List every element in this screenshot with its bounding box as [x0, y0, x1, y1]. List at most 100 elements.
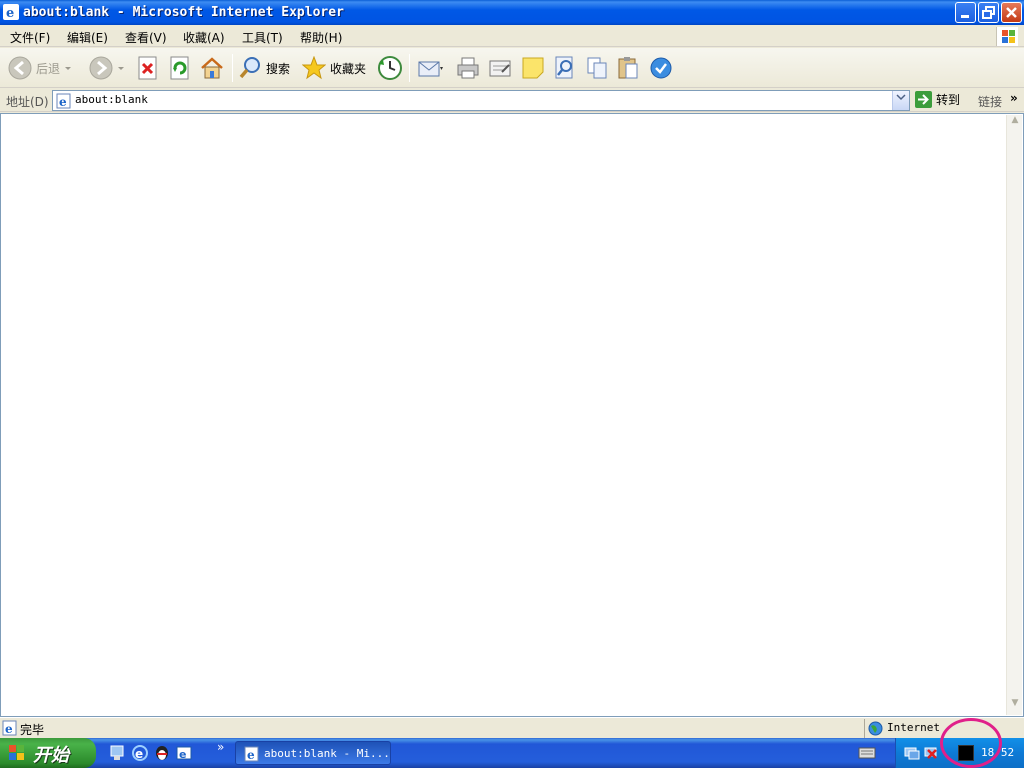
show-desktop-icon[interactable] [108, 744, 126, 762]
windows-flag-icon [996, 27, 1018, 46]
start-label: 开始 [33, 745, 69, 766]
menu-view[interactable]: 查看(V) [125, 29, 167, 46]
copy-button[interactable] [585, 55, 609, 81]
taskbar-item-ie[interactable]: e about:blank - Mi... [235, 741, 391, 765]
back-dropdown-icon[interactable] [64, 64, 72, 72]
home-icon [201, 57, 223, 79]
status-bar: e 完毕 Internet [0, 717, 1024, 738]
ie-task-icon: e [244, 746, 259, 762]
quicklaunch-more-button[interactable]: » [217, 740, 224, 754]
windows-logo-icon [9, 745, 24, 760]
keyboard-icon[interactable] [858, 746, 876, 760]
back-label: 后退 [36, 61, 61, 76]
title-bar[interactable]: e about:blank - Microsoft Internet Explo… [0, 0, 1024, 25]
print-button[interactable] [456, 55, 480, 81]
favorites-star-icon [302, 56, 326, 80]
address-bar: 地址(D) e 转到 链接 » [0, 89, 1024, 112]
page-content[interactable]: ▲ ▼ [0, 113, 1024, 717]
research-magnifier-icon [555, 56, 573, 79]
ie-quicklaunch-icon[interactable]: e [131, 744, 149, 762]
svg-text:e: e [59, 95, 67, 109]
discuss-button[interactable] [521, 55, 545, 81]
messenger-globe-icon [650, 57, 672, 79]
address-input[interactable] [75, 93, 875, 106]
research-button[interactable] [553, 55, 577, 81]
favorites-label: 收藏夹 [330, 61, 367, 76]
go-label: 转到 [936, 93, 961, 107]
edit-page-icon [489, 60, 511, 77]
copy-icon [587, 57, 607, 79]
menu-tools[interactable]: 工具(T) [242, 29, 283, 46]
page-ie-icon: e [56, 93, 71, 109]
home-button[interactable] [200, 55, 224, 81]
status-text: 完毕 [20, 723, 45, 737]
chevron-down-icon [896, 94, 906, 101]
go-button[interactable]: 转到 [915, 91, 960, 108]
links-more-button[interactable]: » [1010, 91, 1018, 105]
svg-text:e: e [179, 748, 186, 761]
note-icon [522, 57, 544, 79]
search-label: 搜索 [266, 61, 291, 76]
mail-button[interactable] [418, 55, 444, 81]
address-dropdown-button[interactable] [892, 91, 909, 110]
messenger-button[interactable] [649, 55, 673, 81]
refresh-button[interactable] [169, 55, 191, 81]
refresh-icon [170, 56, 189, 80]
menu-file[interactable]: 文件(F) [10, 29, 50, 46]
restore-button[interactable] [978, 2, 999, 23]
favorites-button[interactable]: 收藏夹 [302, 55, 366, 81]
edit-button[interactable] [488, 55, 512, 81]
printer-icon [457, 57, 479, 79]
svg-text:e: e [135, 747, 143, 761]
zone-label: Internet [887, 721, 940, 734]
ie-window: e about:blank - Microsoft Internet Explo… [0, 0, 1024, 738]
network-disconnected-icon[interactable] [924, 745, 940, 761]
mail-icon [418, 61, 443, 77]
forward-arrow-icon [89, 56, 113, 80]
close-button[interactable] [1001, 2, 1022, 23]
minimize-icon [961, 15, 969, 18]
close-icon [1006, 7, 1017, 18]
internet-globe-icon [868, 721, 883, 736]
menu-edit[interactable]: 编辑(E) [67, 29, 108, 46]
paste-button[interactable] [616, 55, 640, 81]
search-button[interactable]: 搜索 [238, 55, 290, 81]
start-button[interactable]: 开始 [0, 738, 96, 768]
taskbar: 开始 e e » e about:blank - Mi... 18 52 [0, 738, 1024, 768]
address-field[interactable]: e [52, 90, 910, 111]
window-title: about:blank - Microsoft Internet Explore… [23, 5, 344, 20]
history-button[interactable] [377, 55, 403, 81]
scroll-down-arrow-icon[interactable]: ▼ [1007, 698, 1023, 715]
qq-penguin-icon[interactable] [153, 744, 171, 762]
go-arrow-icon [915, 91, 932, 108]
scroll-up-arrow-icon[interactable]: ▲ [1007, 115, 1023, 132]
toolbar-separator [409, 54, 410, 82]
taskbar-item-label: about:blank - Mi... [264, 747, 390, 760]
minimize-button[interactable] [955, 2, 976, 23]
outlook-express-icon[interactable]: e [175, 744, 193, 762]
menu-help[interactable]: 帮助(H) [300, 29, 342, 46]
vertical-scrollbar[interactable]: ▲ ▼ [1006, 115, 1022, 715]
forward-button[interactable] [89, 55, 125, 81]
address-label: 地址(D) [6, 95, 49, 109]
network-icon[interactable] [904, 745, 920, 761]
svg-text:e: e [6, 6, 14, 20]
standard-toolbar: 后退 搜索 收藏夹 [0, 48, 1024, 88]
history-clock-icon [378, 56, 402, 80]
svg-text:e: e [247, 748, 255, 762]
menu-bar: 文件(F) 编辑(E) 查看(V) 收藏(A) 工具(T) 帮助(H) [0, 25, 1024, 47]
annotation-circle [940, 718, 1002, 768]
page-status-icon: e [2, 720, 17, 736]
back-button[interactable]: 后退 [8, 55, 72, 81]
stop-icon [138, 56, 157, 80]
menu-favorites[interactable]: 收藏(A) [183, 29, 225, 46]
ie-logo-icon: e [3, 4, 19, 20]
toolbar-separator [232, 54, 233, 82]
search-icon [239, 57, 260, 79]
forward-dropdown-icon[interactable] [117, 64, 125, 72]
stop-button[interactable] [137, 55, 159, 81]
paste-clipboard-icon [618, 57, 638, 79]
links-button[interactable]: 链接 [978, 93, 1002, 110]
restore-icon [982, 6, 995, 19]
back-arrow-icon [8, 56, 32, 80]
